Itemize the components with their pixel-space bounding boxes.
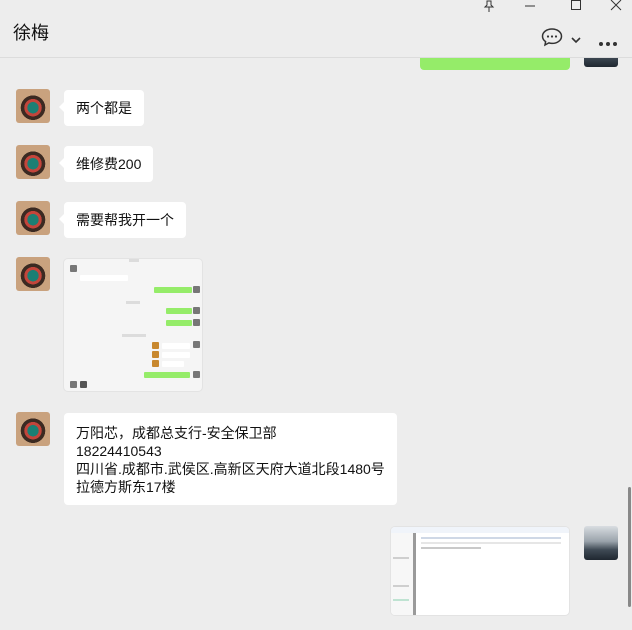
contact-avatar[interactable]	[16, 89, 50, 123]
thumbnail-bubble	[154, 287, 192, 293]
thumbnail-divider	[129, 259, 139, 262]
thumbnail-row	[421, 547, 481, 549]
my-avatar[interactable]	[584, 526, 618, 560]
thumbnail-avatar	[193, 341, 200, 348]
scrollbar[interactable]	[628, 487, 631, 607]
contact-avatar[interactable]	[16, 145, 50, 179]
thumbnail-avatar	[152, 360, 159, 367]
thumbnail-toolbar	[391, 527, 569, 533]
contact-avatar[interactable]	[16, 412, 50, 446]
thumbnail-avatar	[193, 307, 200, 314]
thumbnail-row	[393, 557, 409, 559]
thumbnail-bubble	[166, 320, 192, 326]
my-avatar[interactable]	[584, 58, 618, 67]
image-message-spreadsheet-screenshot[interactable]	[391, 527, 569, 615]
thumbnail-avatar	[193, 286, 200, 293]
address-message-bubble[interactable]: 万阳芯，成都总支行-安全保卫部 18224410543 四川省.成都市.武侯区.…	[64, 413, 397, 505]
more-icon[interactable]	[598, 34, 618, 52]
address-phone-line: 18224410543	[76, 443, 162, 459]
thumbnail-bubble	[162, 361, 184, 367]
thumbnail-sidebar	[391, 533, 414, 615]
thumbnail-bubble	[162, 343, 190, 349]
thumbnail-splitter	[413, 533, 416, 615]
address-building-line: 拉德方斯东17楼	[76, 479, 176, 495]
message-bubble[interactable]: 两个都是	[59, 90, 144, 126]
thumbnail-row	[421, 537, 561, 539]
minimize-icon[interactable]	[520, 0, 540, 12]
thumbnail-avatar	[70, 381, 77, 388]
message-bubble[interactable]: 维修费200	[58, 146, 154, 182]
message-text: 两个都是	[76, 100, 132, 116]
thumbnail-row	[393, 585, 409, 587]
maximize-icon[interactable]	[566, 0, 586, 12]
chat-bubble-icon[interactable]	[541, 27, 563, 52]
thumbnail-divider	[122, 334, 146, 337]
thumbnail-bubble	[144, 372, 190, 378]
pin-icon[interactable]	[479, 0, 499, 12]
chat-header: 徐梅	[0, 0, 632, 58]
address-name-line: 万阳芯，成都总支行-安全保卫部	[76, 425, 277, 441]
thumbnail-bubble	[166, 308, 192, 314]
thumbnail-row	[393, 599, 409, 601]
outgoing-bubble-partial[interactable]	[420, 58, 570, 70]
message-text: 需要帮我开一个	[76, 212, 174, 228]
thumbnail-avatar	[152, 351, 159, 358]
thumbnail-bubble	[162, 352, 190, 358]
contact-avatar[interactable]	[16, 257, 50, 291]
thumbnail-avatar	[193, 319, 200, 326]
contact-avatar[interactable]	[16, 201, 50, 235]
thumbnail-bubble	[80, 275, 128, 281]
close-icon[interactable]	[606, 0, 626, 12]
message-text: 维修费200	[76, 156, 142, 172]
thumbnail-row	[421, 542, 561, 544]
message-bubble[interactable]: 需要帮我开一个	[59, 202, 186, 238]
chat-title: 徐梅	[13, 23, 49, 43]
thumbnail-avatar	[193, 371, 200, 378]
message-list[interactable]: 两个都是 维修费200 需要帮我开一个 万阳芯，成都总支行-安全保卫部 1822…	[0, 58, 632, 630]
thumbnail-divider	[126, 301, 140, 304]
thumbnail-avatar	[152, 342, 159, 349]
thumbnail-avatar	[80, 381, 87, 388]
chevron-down-icon[interactable]	[570, 32, 582, 50]
address-street-line: 四川省.成都市.武侯区.高新区天府大道北段1480号	[76, 461, 385, 477]
image-message-chat-screenshot[interactable]	[64, 259, 202, 391]
thumbnail-avatar	[70, 265, 77, 272]
